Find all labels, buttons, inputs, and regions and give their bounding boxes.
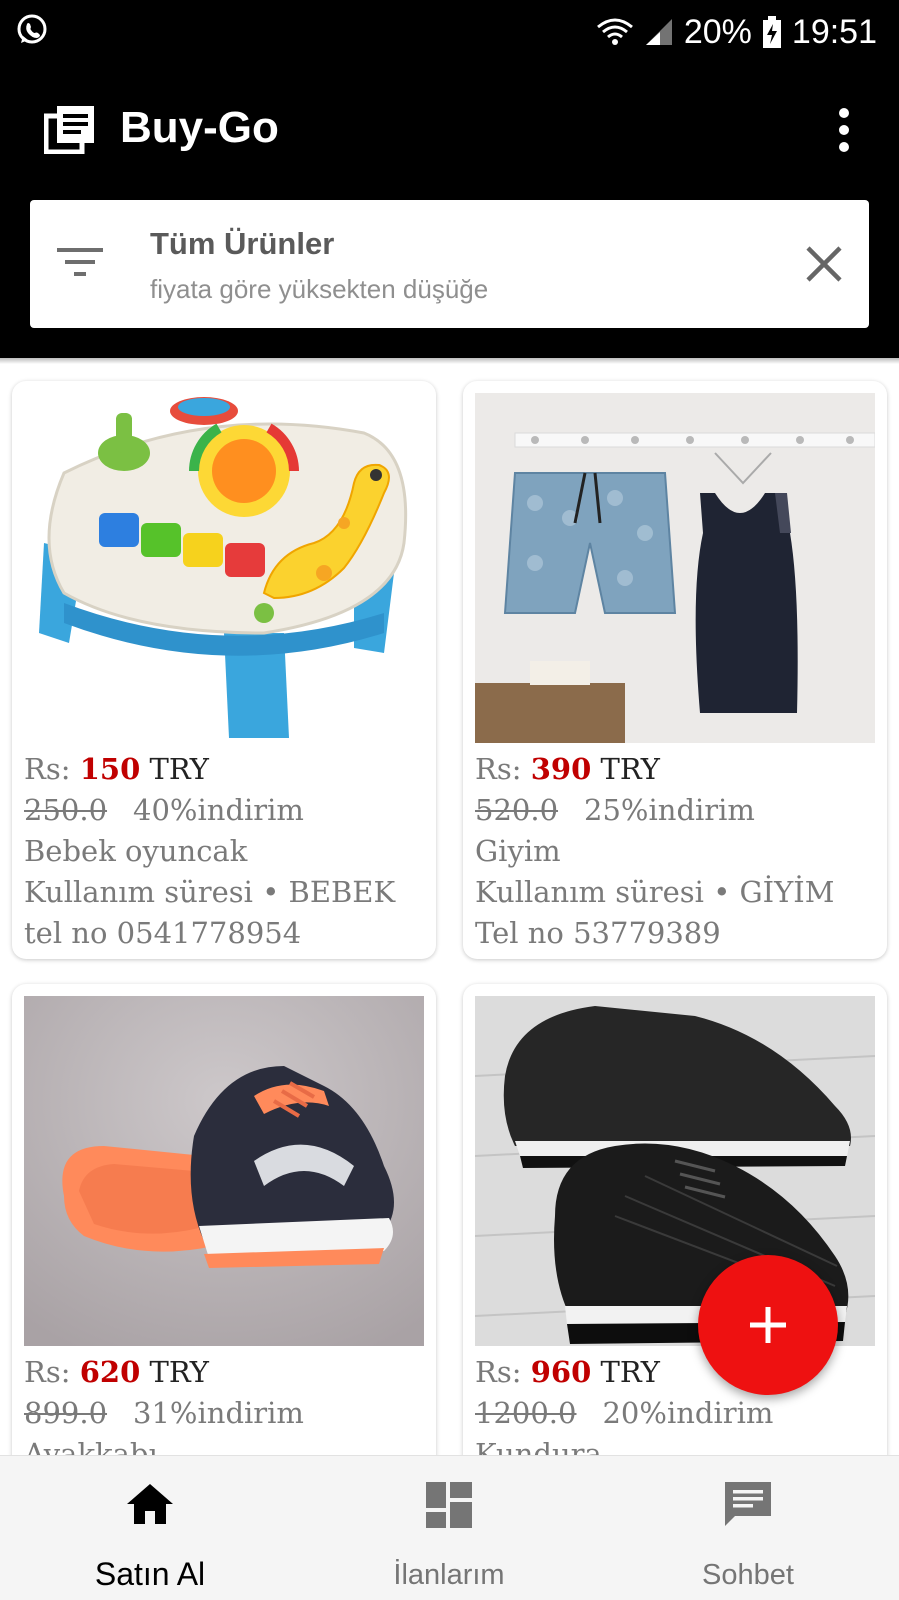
home-icon [123, 1478, 177, 1532]
product-name: Giyim [475, 834, 561, 868]
product-card[interactable]: Rs: 150 TRY 250.0 40%indirim Bebek oyunca… [12, 381, 436, 959]
product-info: Rs: 150 TRY 250.0 40%indirim Bebek oyunca… [24, 749, 434, 954]
product-image-baby-toy[interactable] [24, 393, 424, 743]
nav-label: İlanlarım [393, 1559, 505, 1591]
nav-label: Satın Al [94, 1556, 206, 1592]
price-line: Rs: 150 TRY [24, 752, 209, 786]
product-card[interactable]: Rs: 620 TRY 899.0 31%indirim Ayakkabı [12, 984, 436, 1504]
discount-line: 899.0 31%indirim [24, 1393, 434, 1434]
usage-line: Kullanım süresi • GİYİM [475, 875, 835, 909]
product-category: BEBEK [288, 875, 396, 909]
product-card[interactable]: Rs: 390 TRY 520.0 25%indirim Giyim Kullan… [463, 381, 887, 959]
add-icon [744, 1301, 792, 1349]
usage-line: Kullanım süresi • BEBEK [24, 875, 396, 909]
product-price: 620 [79, 1355, 141, 1389]
discount: 25%indirim [584, 793, 755, 827]
phone-line: tel no 0541778954 [24, 916, 302, 950]
nav-item-buy[interactable]: Satın Al [0, 1456, 300, 1600]
discount: 40%indirim [133, 793, 304, 827]
product-name: Bebek oyuncak [24, 834, 248, 868]
old-price: 250.0 [24, 793, 108, 827]
old-price: 1200.0 [475, 1396, 577, 1430]
price-line: Rs: 390 TRY [475, 752, 660, 786]
nav-item-my-listings[interactable]: İlanlarım [299, 1456, 599, 1600]
discount-line: 250.0 40%indirim [24, 790, 434, 831]
discount-line: 1200.0 20%indirim [475, 1393, 885, 1434]
chat-icon [721, 1478, 775, 1532]
product-price: 960 [530, 1355, 592, 1389]
product-price: 390 [530, 752, 592, 786]
phone-line: Tel no 53779389 [475, 916, 721, 950]
old-price: 520.0 [475, 793, 559, 827]
discount: 31%indirim [133, 1396, 304, 1430]
product-image-sneakers[interactable] [24, 996, 424, 1346]
add-listing-button[interactable] [698, 1255, 838, 1395]
discount: 20%indirim [602, 1396, 774, 1430]
dashboard-icon [422, 1478, 476, 1532]
product-image-clothing[interactable] [475, 393, 875, 743]
price-line: Rs: 620 TRY [24, 1355, 209, 1389]
bottom-navigation: Satın Al İlanlarım Sohbet [0, 1455, 899, 1600]
nav-item-chat[interactable]: Sohbet [598, 1456, 898, 1600]
discount-line: 520.0 25%indirim [475, 790, 885, 831]
product-price: 150 [79, 752, 141, 786]
product-info: Rs: 390 TRY 520.0 25%indirim Giyim Kullan… [475, 749, 885, 954]
product-category: GİYİM [739, 875, 835, 909]
old-price: 899.0 [24, 1396, 108, 1430]
nav-label: Sohbet [702, 1559, 794, 1591]
product-card[interactable]: Rs: 960 TRY 1200.0 20%indirim Kundura [463, 984, 887, 1504]
